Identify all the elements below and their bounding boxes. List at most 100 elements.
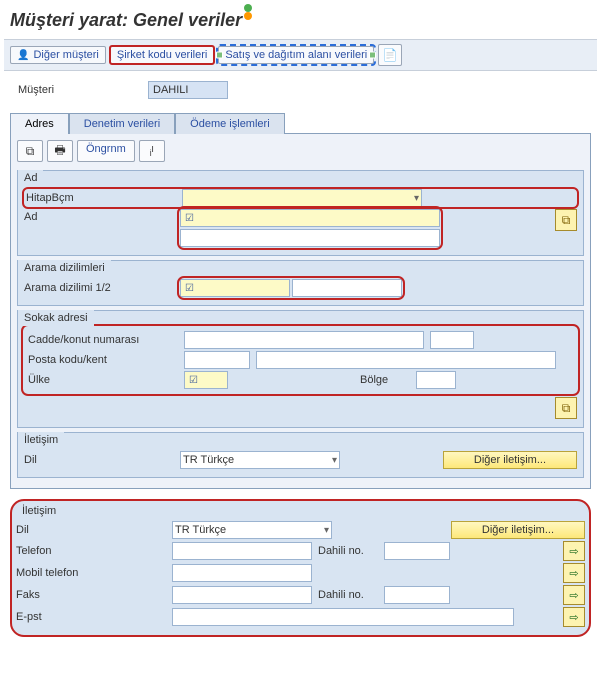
preview-button[interactable]: Öngrnm <box>77 140 135 162</box>
region-label: Bölge <box>360 374 410 386</box>
email-label: E-pst <box>16 611 166 623</box>
fax-arrow-button[interactable]: ⇨ <box>563 585 585 605</box>
arrow-right-icon: ⇨ <box>569 567 578 580</box>
postal-row: Posta kodu/kent <box>28 351 573 369</box>
print-icon-button[interactable]: 🖶 <box>47 140 73 162</box>
chevron-down-icon: ▾ <box>328 455 337 466</box>
postal-label: Posta kodu/kent <box>28 354 178 366</box>
phone-arrow-button[interactable]: ⇨ <box>563 541 585 561</box>
search-label: Arama dizilimi 1/2 <box>24 282 174 294</box>
group-search-title: Arama dizilimleri <box>18 260 111 276</box>
other-customer-label: Diğer müşteri <box>33 49 98 61</box>
search-term-1[interactable]: ☑ <box>180 279 290 297</box>
page-title: Müşteri yarat: Genel veriler <box>4 4 597 39</box>
required-check-icon: ☑ <box>185 213 194 224</box>
document-icon-button[interactable]: 📄 <box>378 44 402 66</box>
group-street: Sokak adresi Cadde/konut numarası Posta … <box>17 310 584 428</box>
customer-row: Müşteri <box>4 71 597 107</box>
salutation-label: HitapBçm <box>26 192 176 204</box>
email-arrow-button[interactable]: ⇨ <box>563 607 585 627</box>
name-more-button[interactable]: ⧉ <box>555 209 577 231</box>
tab-panel-address: ⧉ 🖶 Öngrnm ᵢᴵ Ad HitapBçm ▾ Ad <box>10 133 591 489</box>
country-input[interactable]: ☑ <box>184 371 228 389</box>
fax-ext-input[interactable] <box>384 586 450 604</box>
lang-label-2: Dil <box>16 524 166 536</box>
name-label: Ad <box>24 209 174 223</box>
required-check-icon: ☑ <box>189 375 198 386</box>
company-code-label: Şirket kodu verileri <box>117 49 207 61</box>
house-no-input[interactable] <box>430 331 474 349</box>
person-icon: 👤 <box>17 50 29 61</box>
more-rows-icon: ⧉ <box>562 401 571 416</box>
group-street-title: Sokak adresi <box>18 310 94 326</box>
page-title-text: Müşteri yarat: Genel veriler <box>10 10 242 30</box>
lang-row-1: Dil TR Türkçe ▾ Diğer iletişim... <box>24 451 577 469</box>
name-row: Ad ☑ ⧉ <box>24 209 577 247</box>
street-more-button[interactable]: ⧉ <box>555 397 577 419</box>
lang-value-2: TR Türkçe <box>175 524 320 536</box>
search-term-2[interactable] <box>292 279 402 297</box>
mobile-row: Mobil telefon ⇨ <box>16 563 585 583</box>
arrow-right-icon: ⇨ <box>569 545 578 558</box>
street-label: Cadde/konut numarası <box>28 334 178 346</box>
internat-icon-button[interactable]: ᵢᴵ <box>139 140 165 162</box>
sales-area-button[interactable]: Satış ve dağıtım alanı verileri <box>218 46 374 64</box>
tabstrip: Adres Denetim verileri Ödeme işlemleri ⧉… <box>10 113 591 489</box>
country-label: Ülke <box>28 374 178 386</box>
salutation-row: HitapBçm ▾ <box>24 189 577 207</box>
phone-ext-input[interactable] <box>384 542 450 560</box>
fax-input[interactable] <box>172 586 312 604</box>
document-icon: 📄 <box>383 48 398 62</box>
print-icon: 🖶 <box>54 141 65 162</box>
email-row: E-pst ⇨ <box>16 607 585 627</box>
group-name: Ad HitapBçm ▾ Ad ☑ <box>17 170 584 256</box>
tab-address[interactable]: Adres <box>10 113 69 134</box>
group-name-title: Ad <box>18 170 43 186</box>
city-input[interactable] <box>256 351 556 369</box>
group-comm2-title: İletişim <box>16 503 585 519</box>
more-rows-icon: ⧉ <box>562 213 571 228</box>
customer-input[interactable] <box>148 81 228 99</box>
expand-icon: ⧉ <box>26 144 35 159</box>
salutation-select[interactable]: ▾ <box>182 189 422 207</box>
lang-select-1[interactable]: TR Türkçe ▾ <box>180 451 340 469</box>
chevron-down-icon: ▾ <box>320 525 329 536</box>
mobile-input[interactable] <box>172 564 312 582</box>
lang-value-1: TR Türkçe <box>183 454 328 466</box>
other-comm-button-2[interactable]: Diğer iletişim... <box>451 521 585 539</box>
email-input[interactable] <box>172 608 514 626</box>
arrow-right-icon: ⇨ <box>569 589 578 602</box>
phone-ext-label: Dahili no. <box>318 545 378 557</box>
street-input[interactable] <box>184 331 424 349</box>
tab-control[interactable]: Denetim verileri <box>69 113 175 134</box>
sub-toolbar: ⧉ 🖶 Öngrnm ᵢᴵ <box>15 138 586 166</box>
name-input-2[interactable] <box>180 229 440 247</box>
tab-payment[interactable]: Ödeme işlemleri <box>175 113 284 134</box>
group-comm1: İletişim Dil TR Türkçe ▾ Diğer iletişim.… <box>17 432 584 478</box>
sales-area-label: Satış ve dağıtım alanı verileri <box>225 49 367 61</box>
lang-label-1: Dil <box>24 454 174 466</box>
lang-row-2: Dil TR Türkçe ▾ Diğer iletişim... <box>16 521 585 539</box>
group-comm2: İletişim Dil TR Türkçe ▾ Diğer iletişim.… <box>10 499 591 637</box>
group-search: Arama dizilimleri Arama dizilimi 1/2 ☑ <box>17 260 584 306</box>
lang-select-2[interactable]: TR Türkçe ▾ <box>172 521 332 539</box>
region-input[interactable] <box>416 371 456 389</box>
postal-input[interactable] <box>184 351 250 369</box>
customer-label: Müşteri <box>18 84 108 96</box>
name-input-1[interactable]: ☑ <box>180 209 440 227</box>
expand-icon-button[interactable]: ⧉ <box>17 140 43 162</box>
title-anchor-icon <box>244 4 252 20</box>
street-row: Cadde/konut numarası <box>28 331 573 349</box>
group-comm1-title: İletişim <box>18 432 64 448</box>
country-row: Ülke ☑ Bölge <box>28 371 573 389</box>
phone-input[interactable] <box>172 542 312 560</box>
other-comm-button-1[interactable]: Diğer iletişim... <box>443 451 577 469</box>
mobile-arrow-button[interactable]: ⇨ <box>563 563 585 583</box>
search-row: Arama dizilimi 1/2 ☑ <box>24 279 577 297</box>
fax-row: Faks Dahili no. ⇨ <box>16 585 585 605</box>
mobile-label: Mobil telefon <box>16 567 166 579</box>
phone-label: Telefon <box>16 545 166 557</box>
other-customer-button[interactable]: 👤 Diğer müşteri <box>10 46 106 64</box>
required-check-icon: ☑ <box>185 283 194 294</box>
company-code-button[interactable]: Şirket kodu verileri <box>110 46 214 64</box>
